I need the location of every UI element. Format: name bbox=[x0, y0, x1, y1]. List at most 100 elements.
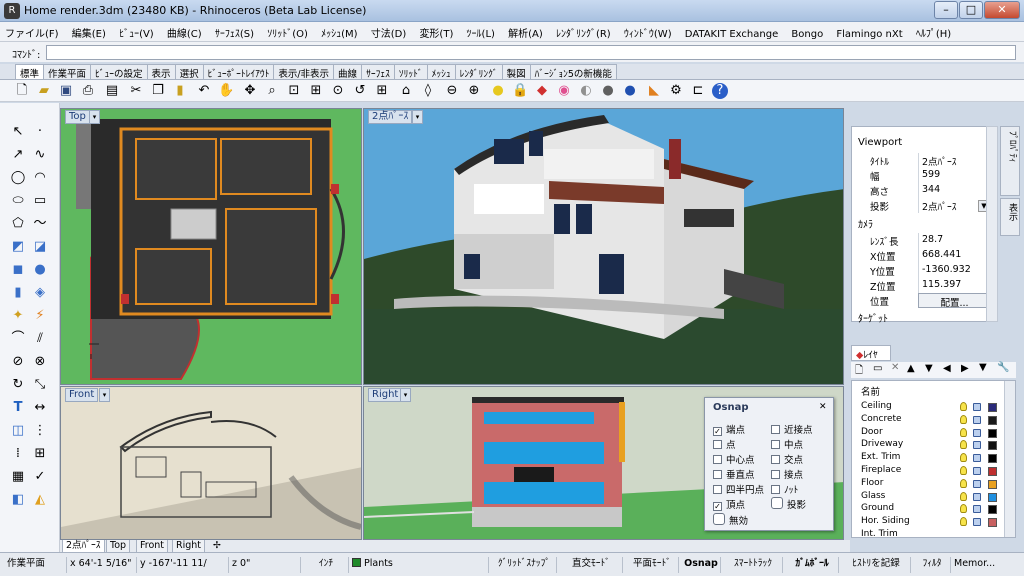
toggle-button-icon[interactable] bbox=[713, 513, 725, 525]
polygon-icon[interactable]: ⬠ bbox=[9, 215, 27, 233]
check-icon[interactable]: ✓ bbox=[31, 468, 49, 486]
osnap-project[interactable]: 投影 bbox=[771, 497, 806, 511]
move-down-icon[interactable]: ▼ bbox=[925, 363, 933, 374]
status-ortho[interactable]: 直交ﾓｰﾄﾞ bbox=[556, 557, 622, 573]
checkbox-icon[interactable] bbox=[713, 440, 722, 449]
layer-row[interactable]: Floor bbox=[852, 478, 1002, 491]
tab-visibility[interactable]: 表示/非表示 bbox=[273, 64, 335, 80]
tab-select[interactable]: 選択 bbox=[174, 64, 204, 80]
close-button[interactable]: ✕ bbox=[984, 1, 1020, 19]
menu-transform[interactable]: 変形(T) bbox=[414, 22, 458, 40]
new-file-icon[interactable]: 🗋 bbox=[14, 83, 30, 99]
checkbox-checked-icon[interactable]: ✓ bbox=[713, 427, 722, 436]
prop-row-height[interactable]: 高さ 344 bbox=[852, 183, 998, 198]
boolean-icon[interactable]: ✦ bbox=[9, 307, 27, 325]
menu-dimension[interactable]: 寸法(D) bbox=[366, 22, 412, 40]
layer-row[interactable]: Ext. Trim bbox=[852, 452, 1002, 465]
surface-icon[interactable]: ◩ bbox=[9, 238, 27, 256]
status-smarttrack[interactable]: ｽﾏｰﾄﾄﾗｯｸ bbox=[720, 557, 782, 573]
prop-row-projection[interactable]: 投影 2点ﾊﾟｰｽ ▼ bbox=[852, 198, 998, 213]
toggle-button-icon[interactable] bbox=[771, 497, 783, 509]
status-filter[interactable]: ﾌｨﾙﾀ bbox=[910, 557, 950, 573]
tab-display[interactable]: 表示 bbox=[146, 64, 176, 80]
perspective-viewport[interactable]: 2点ﾊﾟｰｽ ▾ bbox=[363, 108, 844, 385]
layer-row[interactable]: Ceiling bbox=[852, 401, 1002, 414]
paste-icon[interactable]: ▮ bbox=[172, 83, 188, 99]
osnap-midpoint[interactable]: 中点 bbox=[771, 437, 803, 451]
save-icon[interactable]: ▣ bbox=[58, 83, 74, 99]
analyze-icon[interactable]: ⊞ bbox=[31, 445, 49, 463]
delete-layer-icon[interactable]: ✕ bbox=[891, 362, 899, 373]
select-arrow-icon[interactable]: ↖ bbox=[9, 123, 27, 141]
wrench-icon[interactable]: 🔧 bbox=[997, 362, 1009, 373]
viewport-menu-arrow-icon[interactable]: ▾ bbox=[400, 388, 411, 402]
open-folder-icon[interactable]: ▰ bbox=[36, 83, 52, 99]
command-input[interactable] bbox=[46, 45, 1016, 60]
layer-icon[interactable]: ◆ bbox=[534, 83, 550, 99]
tab-drafting[interactable]: 製図 bbox=[501, 64, 531, 80]
tab-render[interactable]: ﾚﾝﾀﾞﾘﾝｸﾞ bbox=[454, 64, 503, 80]
dimension-icon[interactable]: ↔ bbox=[31, 399, 49, 417]
prop-row-y[interactable]: Y位置 -1360.932 bbox=[852, 263, 998, 278]
tab-standard[interactable]: 標準 bbox=[15, 64, 45, 80]
checkbox-icon[interactable] bbox=[713, 470, 722, 479]
tab-viewport-layout[interactable]: ﾋﾞｭｰﾎﾟｰﾄﾚｲｱｳﾄ bbox=[202, 64, 275, 80]
curve-icon[interactable]: ∿ bbox=[31, 146, 49, 164]
layer-panel-tab[interactable]: ◆ﾚｲﾔ bbox=[851, 345, 891, 361]
checkbox-icon[interactable] bbox=[771, 425, 780, 434]
rotate-view-icon[interactable]: ✥ bbox=[242, 83, 258, 99]
checkbox-checked-icon[interactable]: ✓ bbox=[713, 502, 722, 511]
layer-row[interactable]: Concrete bbox=[852, 414, 1002, 427]
rhino-app-icon[interactable]: R bbox=[4, 3, 20, 19]
tab-new-in-v5[interactable]: ﾊﾞｰｼﾞｮﾝ5の新機能 bbox=[529, 64, 617, 80]
checkbox-icon[interactable] bbox=[713, 485, 722, 494]
checkbox-icon[interactable] bbox=[713, 455, 722, 464]
import-icon[interactable]: ▤ bbox=[104, 83, 120, 99]
menu-view[interactable]: ﾋﾞｭｰ(V) bbox=[114, 22, 159, 40]
polyline-icon[interactable]: ↗ bbox=[9, 146, 27, 164]
status-grid-snap[interactable]: ｸﾞﾘｯﾄﾞｽﾅｯﾌﾟ bbox=[488, 557, 556, 573]
viewport-label-right[interactable]: Right bbox=[368, 388, 403, 402]
menu-surface[interactable]: ｻｰﾌｪｽ(S) bbox=[210, 22, 259, 40]
shade-icon[interactable]: ◐ bbox=[578, 83, 594, 99]
tab-surface[interactable]: ｻｰﾌｪｽ bbox=[361, 64, 395, 80]
viewport-label-perspective[interactable]: 2点ﾊﾟｰｽ bbox=[368, 110, 413, 124]
osnap-center[interactable]: 中心点 bbox=[713, 452, 755, 466]
menu-solid[interactable]: ｿﾘｯﾄﾞ(O) bbox=[262, 22, 313, 40]
menu-tools[interactable]: ﾂｰﾙ(L) bbox=[462, 22, 500, 40]
rotate-tool-icon[interactable]: ↻ bbox=[9, 376, 27, 394]
viewport-menu-arrow-icon[interactable]: ▾ bbox=[89, 110, 100, 124]
sphere-icon[interactable]: ● bbox=[31, 261, 49, 279]
layer-scrollbar[interactable] bbox=[1004, 381, 1015, 537]
render-preview-icon[interactable]: ● bbox=[600, 83, 616, 99]
front-viewport[interactable]: Front ▾ bbox=[60, 386, 362, 540]
viewport-menu-arrow-icon[interactable]: ▾ bbox=[99, 388, 110, 402]
status-current-layer[interactable]: Plants bbox=[348, 557, 488, 573]
render-icon[interactable]: ● bbox=[622, 83, 638, 99]
layer-row[interactable]: Ground bbox=[852, 503, 1002, 516]
viewport-label-front[interactable]: Front bbox=[65, 388, 99, 402]
zoom-extents-icon[interactable]: ⊞ bbox=[308, 83, 324, 99]
tab-mesh[interactable]: ﾒｯｼｭ bbox=[426, 64, 456, 80]
properties-scrollbar[interactable] bbox=[986, 126, 998, 322]
zoom-window-icon[interactable]: ⊡ bbox=[286, 83, 302, 99]
checkbox-icon[interactable] bbox=[771, 455, 780, 464]
split-icon[interactable]: ⊘ bbox=[9, 353, 27, 371]
prop-row-z[interactable]: Z位置 115.397 bbox=[852, 278, 998, 293]
osnap-endpoint[interactable]: ✓ 端点 bbox=[713, 422, 745, 436]
help-icon[interactable]: ? bbox=[712, 83, 728, 99]
rectangle-icon[interactable]: ▭ bbox=[31, 192, 49, 210]
minimize-button[interactable]: – bbox=[934, 1, 958, 19]
offset-icon[interactable]: ⫽ bbox=[31, 330, 49, 348]
tab-solid[interactable]: ｿﾘｯﾄﾞ bbox=[393, 64, 428, 80]
cylinder-icon[interactable]: ▮ bbox=[9, 284, 27, 302]
print-icon[interactable]: ⎙ bbox=[80, 83, 96, 99]
group-icon[interactable]: ◫ bbox=[9, 422, 27, 440]
menu-window[interactable]: ｳｨﾝﾄﾞｳ(W) bbox=[619, 22, 677, 40]
osnap-intersection[interactable]: 交点 bbox=[771, 452, 803, 466]
point-icon[interactable]: · bbox=[31, 123, 49, 141]
zoom-dynamic-icon[interactable]: ⌕ bbox=[264, 83, 280, 99]
move-child-icon[interactable]: ▶ bbox=[961, 363, 969, 374]
arc-icon[interactable]: ◠ bbox=[31, 169, 49, 187]
tab-set-view[interactable]: ﾋﾞｭｰの設定 bbox=[90, 64, 148, 80]
